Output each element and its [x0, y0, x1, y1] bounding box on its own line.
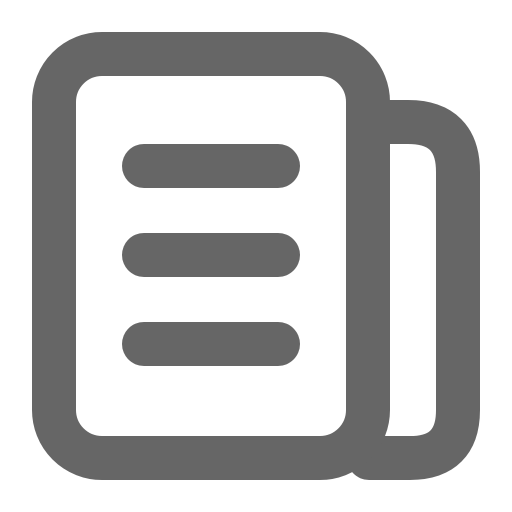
icon-canvas [0, 0, 512, 512]
newspaper-icon [32, 32, 480, 480]
